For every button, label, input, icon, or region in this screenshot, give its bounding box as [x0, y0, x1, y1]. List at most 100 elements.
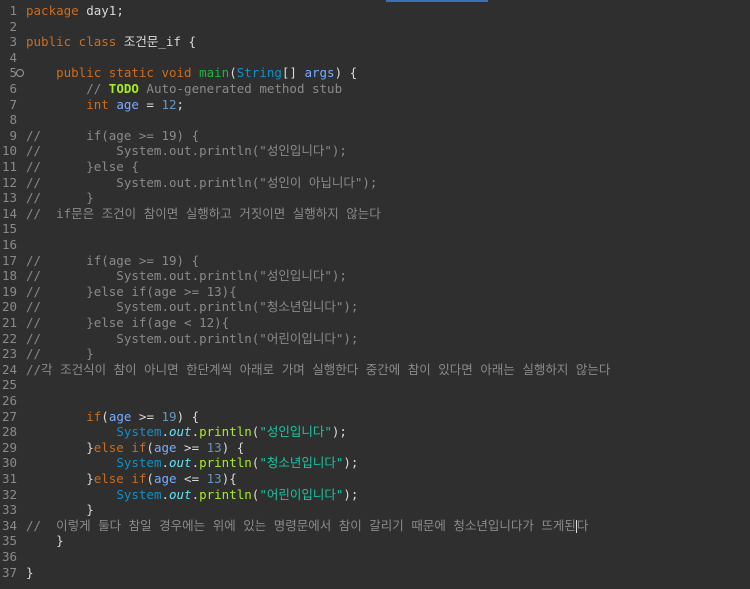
code-line[interactable]: 30 System.out.println("청소년입니다");	[0, 455, 750, 471]
line-number: 20	[1, 299, 17, 315]
code-text: int age = 12;	[26, 97, 184, 113]
code-line[interactable]: 34 // 이렇게 둘다 참일 경우에는 위에 있는 명령문에서 참이 갈리기 때…	[0, 518, 750, 534]
code-token: println	[199, 486, 252, 502]
code-line[interactable]: 16	[0, 237, 750, 253]
line-number: 33	[1, 502, 17, 518]
code-token: .	[191, 424, 200, 440]
code-text: // }else if(age >= 13){	[26, 284, 237, 300]
code-line[interactable]: 15	[0, 221, 750, 237]
line-number: 23	[1, 346, 17, 362]
code-token: );	[343, 455, 359, 471]
code-token: ) {	[334, 65, 358, 81]
code-line[interactable]: 22 // System.out.println("어린이입니다");	[0, 331, 750, 347]
code-text: // System.out.println("성인입니다");	[26, 143, 347, 159]
code-token: // 이렇게 둘다 참일 경우에는 위에 있는 명령문에서 참이 갈리기 때문에…	[26, 517, 576, 533]
code-token: // if문은 조건이 참이면 실행하고 거짓이면 실행하지 않는다	[26, 205, 381, 221]
code-line[interactable]: 9 // if(age >= 19) {	[0, 128, 750, 144]
code-line[interactable]: 10 // System.out.println("성인입니다");	[0, 143, 750, 159]
line-number: 21	[1, 315, 17, 330]
code-line[interactable]: 18 // System.out.println("성인입니다");	[0, 268, 750, 284]
line-number: 2	[9, 18, 17, 34]
code-token: args	[304, 65, 335, 81]
code-token: else if	[93, 439, 147, 455]
code-editor[interactable]: 1 package day1; 2 3 public class 조건문_if {4 5 …	[0, 2, 750, 589]
code-line[interactable]: 7 int age = 12;	[0, 97, 750, 113]
line-number: 28	[1, 424, 17, 440]
code-text: }	[26, 533, 64, 549]
line-number: 14	[1, 205, 17, 221]
line-number: 37	[1, 564, 17, 580]
code-line[interactable]: 24 //각 조건식이 참이 아니면 한단계씩 아래로 가며 실행한다 중간에 참…	[0, 362, 750, 378]
code-line[interactable]: 32 System.out.println("어린이입니다");	[0, 487, 750, 503]
code-token: System	[116, 455, 162, 471]
code-token: age	[153, 439, 177, 455]
line-number: 16	[1, 237, 17, 252]
code-line[interactable]: 14 // if문은 조건이 참이면 실행하고 거짓이면 실행하지 않는다	[0, 206, 750, 222]
line-number: 34	[1, 517, 17, 533]
code-line[interactable]: 21 // }else if(age < 12){	[0, 315, 750, 331]
code-line[interactable]: 29 }else if(age >= 13) {	[0, 440, 750, 456]
code-text: //각 조건식이 참이 아니면 한단계씩 아래로 가며 실행한다 중간에 참이 …	[26, 362, 610, 378]
code-line[interactable]: 35 }	[0, 533, 750, 549]
fold-toggle-icon[interactable]	[16, 69, 24, 78]
line-number: 17	[1, 252, 17, 268]
code-token: TODO	[108, 81, 139, 96]
code-token: >=	[176, 439, 207, 455]
code-line[interactable]: 4	[0, 50, 750, 66]
code-token: // }	[26, 190, 94, 206]
code-token: println	[199, 455, 252, 471]
code-token: public static void	[56, 65, 192, 81]
code-line[interactable]: 33 }	[0, 502, 750, 518]
code-line[interactable]: 8	[0, 112, 750, 128]
line-number: 13	[1, 190, 17, 206]
code-line[interactable]: 36	[0, 549, 750, 565]
code-line[interactable]: 12 // System.out.println("성인이 아닙니다");	[0, 175, 750, 191]
code-token: (	[146, 439, 154, 455]
code-token: // }else {	[26, 159, 139, 174]
code-line[interactable]: 27 if(age >= 19) {	[0, 409, 750, 425]
code-token: // System.out.println("성인입니다");	[26, 268, 347, 284]
code-token: else if	[93, 471, 147, 486]
code-line[interactable]: 17 // if(age >= 19) {	[0, 253, 750, 269]
code-token: ;	[176, 96, 185, 112]
line-number: 22	[1, 330, 17, 346]
code-line[interactable]: 11 // }else {	[0, 159, 750, 175]
code-line[interactable]: 20 // System.out.println("청소년입니다");	[0, 299, 750, 315]
code-token: out	[169, 486, 192, 502]
code-token: System	[116, 486, 162, 502]
code-line[interactable]: 37}	[0, 565, 750, 581]
code-text: }else if(age >= 13) {	[26, 440, 244, 456]
code-token: day1;	[78, 3, 124, 18]
code-text: // if(age >= 19) {	[26, 128, 199, 144]
code-line[interactable]: 31 }else if(age <= 13){	[0, 471, 750, 487]
code-line[interactable]: 3 public class 조건문_if {	[0, 34, 750, 50]
code-line[interactable]: 28 System.out.println("성인입니다");	[0, 424, 750, 440]
code-text: }	[26, 502, 94, 518]
code-token: <=	[176, 471, 207, 486]
line-number: 11	[1, 159, 17, 174]
code-line[interactable]: 2	[0, 19, 750, 35]
code-token: // System.out.println("청소년입니다");	[26, 299, 359, 315]
code-text: // System.out.println("성인이 아닙니다");	[26, 175, 377, 191]
code-line[interactable]: 25	[0, 377, 750, 393]
line-number: 8	[9, 112, 17, 128]
code-token: .	[161, 455, 169, 471]
code-token: 13	[206, 439, 222, 455]
code-line[interactable]: 19 // }else if(age >= 13){	[0, 284, 750, 300]
line-number: 31	[1, 471, 17, 486]
code-line[interactable]: 13 // }	[0, 190, 750, 206]
code-token: .	[161, 424, 169, 440]
code-text: // if문은 조건이 참이면 실행하고 거짓이면 실행하지 않는다	[26, 206, 381, 222]
code-line[interactable]: 26	[0, 393, 750, 409]
code-line[interactable]: 6 // TODO Auto-generated method stub	[0, 81, 750, 97]
code-line[interactable]: 5 public static void main(String[] args)…	[0, 65, 750, 81]
code-line[interactable]: 1 package day1;	[0, 3, 750, 19]
code-token: // }else if(age >= 13){	[26, 283, 237, 299]
code-text: // }	[26, 346, 94, 362]
code-token: String	[236, 65, 282, 81]
line-number: 27	[1, 408, 17, 424]
code-line[interactable]: 23 // }	[0, 346, 750, 362]
